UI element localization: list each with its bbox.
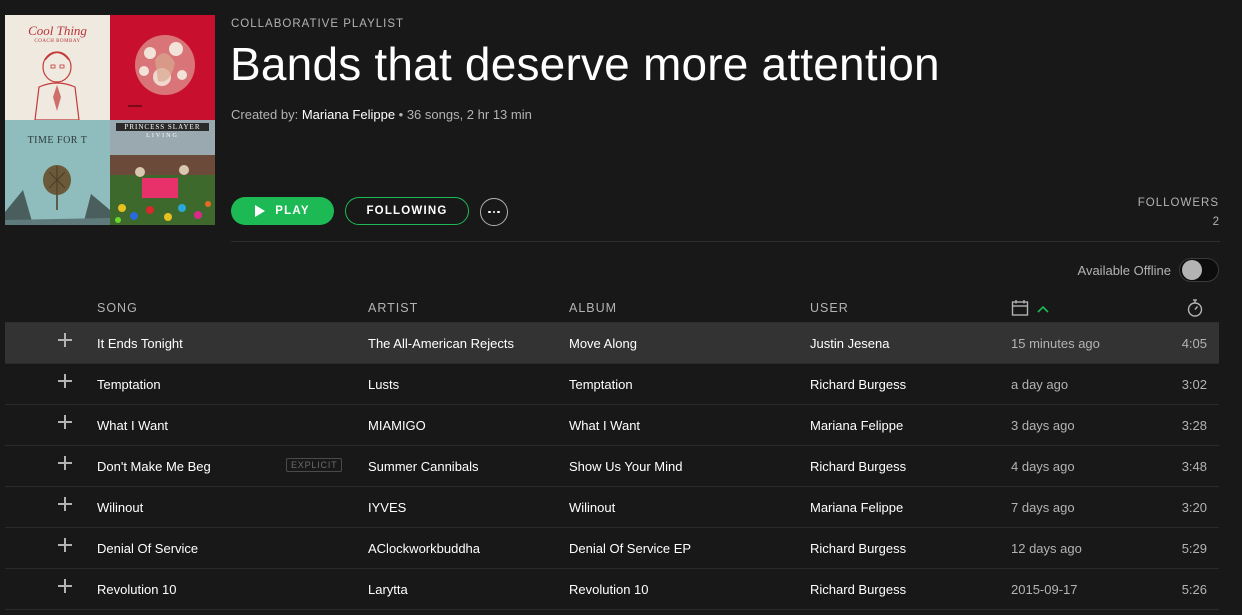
track-added-by[interactable]: Richard Burgess [810, 459, 906, 474]
available-offline-control: Available Offline [1078, 258, 1219, 282]
track-album[interactable]: Denial Of Service EP [569, 541, 691, 556]
playlist-cover-mosaic[interactable]: Cool Thing COACH BOMBAY TIME FOR T PRINC… [5, 15, 215, 225]
track-list: It Ends Tonight The All-American Rejects… [5, 323, 1219, 610]
explicit-badge: EXPLICIT [286, 458, 343, 472]
track-added-by[interactable]: Richard Burgess [810, 582, 906, 597]
play-icon [255, 205, 266, 217]
track-row[interactable]: Wilinout IYVES Wilinout Mariana Felippe … [5, 487, 1219, 528]
play-button-label: PLAY [275, 205, 310, 217]
track-album[interactable]: Wilinout [569, 500, 615, 515]
calendar-icon[interactable] [1011, 299, 1029, 322]
track-duration: 4:05 [1181, 336, 1207, 351]
playlist-meta: Created by: Mariana Felippe • 36 songs, … [231, 107, 532, 122]
album-art-cool-thing: Cool Thing COACH BOMBAY [5, 15, 110, 120]
column-header-artist[interactable]: ARTIST [368, 301, 418, 315]
track-artist[interactable]: Lusts [368, 377, 399, 392]
track-duration: 3:20 [1181, 500, 1207, 515]
add-to-library-icon[interactable] [57, 537, 73, 553]
track-added-by[interactable]: Richard Burgess [810, 541, 906, 556]
available-offline-label: Available Offline [1077, 262, 1171, 278]
track-album[interactable]: Temptation [569, 377, 633, 392]
album-art-time-for-t-title: TIME FOR T [27, 135, 88, 146]
track-artist[interactable]: MIAMIGO [368, 418, 426, 433]
track-row[interactable]: What I Want MIAMIGO What I Want Mariana … [5, 405, 1219, 446]
track-added-by[interactable]: Justin Jesena [810, 336, 890, 351]
add-to-library-icon[interactable] [57, 496, 73, 512]
track-date-added: 4 days ago [1011, 459, 1075, 474]
add-to-library-icon[interactable] [57, 455, 73, 471]
track-added-by[interactable]: Richard Burgess [810, 377, 906, 392]
track-album[interactable]: What I Want [569, 418, 640, 433]
track-date-added: 15 minutes ago [1011, 336, 1100, 351]
track-table-header: SONG ARTIST ALBUM USER [5, 290, 1219, 323]
track-date-added: 2015-09-17 [1011, 582, 1078, 597]
creator-link[interactable]: Mariana Felippe [302, 107, 395, 122]
stopwatch-icon[interactable] [1186, 298, 1204, 323]
followers-count: 2 [1212, 216, 1219, 228]
playlist-type-label: COLLABORATIVE PLAYLIST [231, 18, 405, 30]
following-button-label: FOLLOWING [366, 205, 448, 217]
track-added-by[interactable]: Mariana Felippe [810, 500, 903, 515]
track-title[interactable]: It Ends Tonight [97, 336, 183, 351]
track-title[interactable]: Revolution 10 [97, 582, 177, 597]
track-row[interactable]: Don't Make Me Beg EXPLICIT Summer Cannib… [5, 446, 1219, 487]
track-row[interactable]: It Ends Tonight The All-American Rejects… [5, 323, 1219, 364]
header-divider [231, 241, 1220, 242]
column-header-album[interactable]: ALBUM [569, 301, 617, 315]
album-art-red-puzzle [110, 15, 215, 120]
track-date-added: 3 days ago [1011, 418, 1075, 433]
track-album[interactable]: Move Along [569, 336, 637, 351]
track-duration: 5:26 [1181, 582, 1207, 597]
track-album[interactable]: Show Us Your Mind [569, 459, 682, 474]
track-row[interactable]: Temptation Lusts Temptation Richard Burg… [5, 364, 1219, 405]
album-art-cool-thing-title: Cool Thing [28, 23, 87, 38]
track-artist[interactable]: AClockworkbuddha [368, 541, 480, 556]
track-title[interactable]: Temptation [97, 377, 161, 392]
album-art-princess-slayer-title: PRINCESS SLAYER [116, 123, 209, 131]
add-to-library-icon[interactable] [57, 373, 73, 389]
available-offline-toggle[interactable] [1179, 258, 1219, 282]
track-artist[interactable]: The All-American Rejects [368, 336, 514, 351]
followers-label: FOLLOWERS [1137, 197, 1219, 209]
track-duration: 3:28 [1181, 418, 1207, 433]
more-dots-icon [488, 210, 500, 214]
track-date-added: 12 days ago [1011, 541, 1082, 556]
track-date-added: 7 days ago [1011, 500, 1075, 515]
track-album[interactable]: Revolution 10 [569, 582, 649, 597]
track-duration: 3:48 [1181, 459, 1207, 474]
track-title[interactable]: What I Want [97, 418, 168, 433]
more-options-button[interactable] [480, 198, 508, 226]
playlist-page: Cool Thing COACH BOMBAY TIME FOR T PRINC… [0, 0, 1242, 615]
track-row[interactable]: Denial Of Service AClockworkbuddha Denia… [5, 528, 1219, 569]
page-title: Bands that deserve more attention [230, 38, 940, 90]
track-duration: 5:29 [1181, 541, 1207, 556]
column-header-song[interactable]: SONG [97, 301, 138, 315]
add-to-library-icon[interactable] [57, 578, 73, 594]
album-art-princess-slayer-subtitle: LIVING [146, 133, 179, 139]
track-date-added: a day ago [1011, 377, 1069, 392]
toggle-knob [1182, 260, 1202, 280]
album-art-princess-slayer: PRINCESS SLAYER LIVING [110, 120, 215, 225]
track-added-by[interactable]: Mariana Felippe [810, 418, 903, 433]
following-button[interactable]: FOLLOWING [345, 197, 469, 225]
track-row[interactable]: Revolution 10 Larytta Revolution 10 Rich… [5, 569, 1219, 610]
track-artist[interactable]: IYVES [368, 500, 406, 515]
track-artist[interactable]: Summer Cannibals [368, 459, 479, 474]
chevron-up-icon [1036, 301, 1050, 319]
track-title[interactable]: Don't Make Me Beg [97, 459, 211, 474]
add-to-library-icon[interactable] [57, 414, 73, 430]
track-title[interactable]: Denial Of Service [97, 541, 198, 556]
created-by-label: Created by: [231, 107, 299, 122]
track-duration: 3:02 [1181, 377, 1207, 392]
add-to-library-icon[interactable] [57, 332, 73, 348]
playlist-stats: • 36 songs, 2 hr 13 min [395, 107, 532, 122]
track-artist[interactable]: Larytta [368, 582, 408, 597]
column-header-user[interactable]: USER [810, 301, 849, 315]
album-art-time-for-t: TIME FOR T [5, 120, 110, 225]
play-button[interactable]: PLAY [231, 197, 334, 225]
track-title[interactable]: Wilinout [97, 500, 143, 515]
album-art-cool-thing-artist: COACH BOMBAY [34, 39, 81, 44]
